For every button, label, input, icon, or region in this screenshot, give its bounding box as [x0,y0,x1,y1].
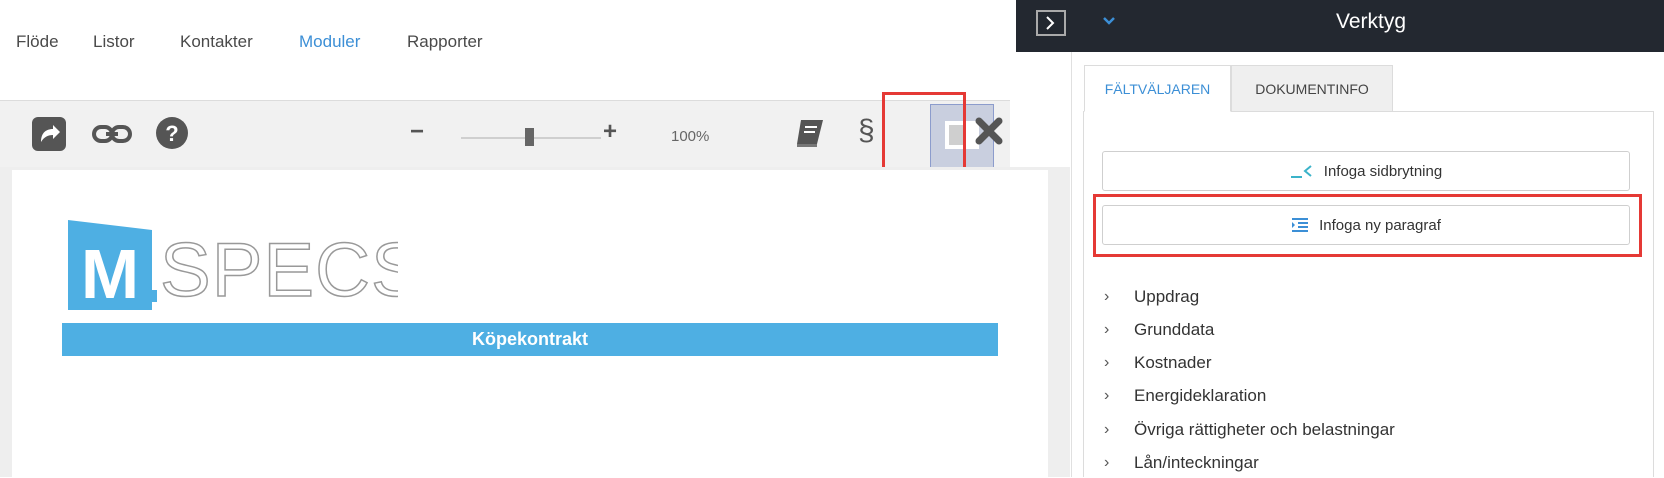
zoom-level: 100% [671,128,710,145]
logo-text: SPECS [160,228,398,310]
close-icon[interactable] [974,116,1004,151]
tree-item-lan-inteckningar[interactable]: › Lån/inteckningar [1104,448,1259,478]
tab-faltvaljaren[interactable]: FÄLTVÄLJAREN [1084,65,1231,112]
insert-page-break-label: Infoga sidbrytning [1323,162,1443,180]
page-break-icon [1290,165,1312,178]
document-title-banner: Köpekontrakt [62,323,998,356]
nav-item-moduler[interactable]: Moduler [299,32,360,52]
tree-item-uppdrag[interactable]: › Uppdrag [1104,282,1199,312]
logo-letter: M [81,235,139,310]
zoom-out-button[interactable]: − [410,118,424,146]
section-icon[interactable]: § [858,114,875,148]
top-nav: Flöde Listor Kontakter Moduler Rapporter [0,0,1010,101]
chevron-right-icon: › [1104,421,1110,438]
insert-page-break-button[interactable]: Infoga sidbrytning [1102,151,1630,191]
tree-item-grunddata[interactable]: › Grunddata [1104,315,1214,345]
chevron-down-icon[interactable] [1102,14,1116,33]
zoom-in-button[interactable]: + [603,118,617,146]
link-icon[interactable] [92,122,132,151]
book-icon[interactable] [793,116,827,155]
tree-item-kostnader[interactable]: › Kostnader [1104,348,1212,378]
chevron-right-icon: › [1104,288,1110,305]
collapse-panel-icon[interactable] [1036,10,1066,41]
svg-text:?: ? [165,121,178,146]
tree-item-energideklaration[interactable]: › Energideklaration [1104,381,1266,411]
share-icon[interactable] [32,117,66,156]
nav-item-rapporter[interactable]: Rapporter [407,32,483,52]
chevron-right-icon: › [1104,387,1110,404]
chevron-right-icon: › [1104,321,1110,338]
help-icon[interactable]: ? [155,116,189,155]
tab-dokumentinfo[interactable]: DOKUMENTINFO [1231,65,1393,112]
chevron-right-icon: › [1104,354,1110,371]
highlight-toggle-panel [882,92,966,176]
zoom-slider-handle[interactable] [525,128,534,146]
nav-item-flode[interactable]: Flöde [16,32,59,52]
highlight-insert-paragraph [1093,194,1642,257]
mspecs-logo: M SPECS [68,218,422,314]
nav-item-listor[interactable]: Listor [93,32,135,52]
panel-title: Verktyg [1336,10,1407,33]
chevron-right-icon: › [1104,454,1110,471]
nav-item-kontakter[interactable]: Kontakter [180,32,253,52]
tree-item-ovriga-rattigheter[interactable]: › Övriga rättigheter och belastningar [1104,415,1395,445]
